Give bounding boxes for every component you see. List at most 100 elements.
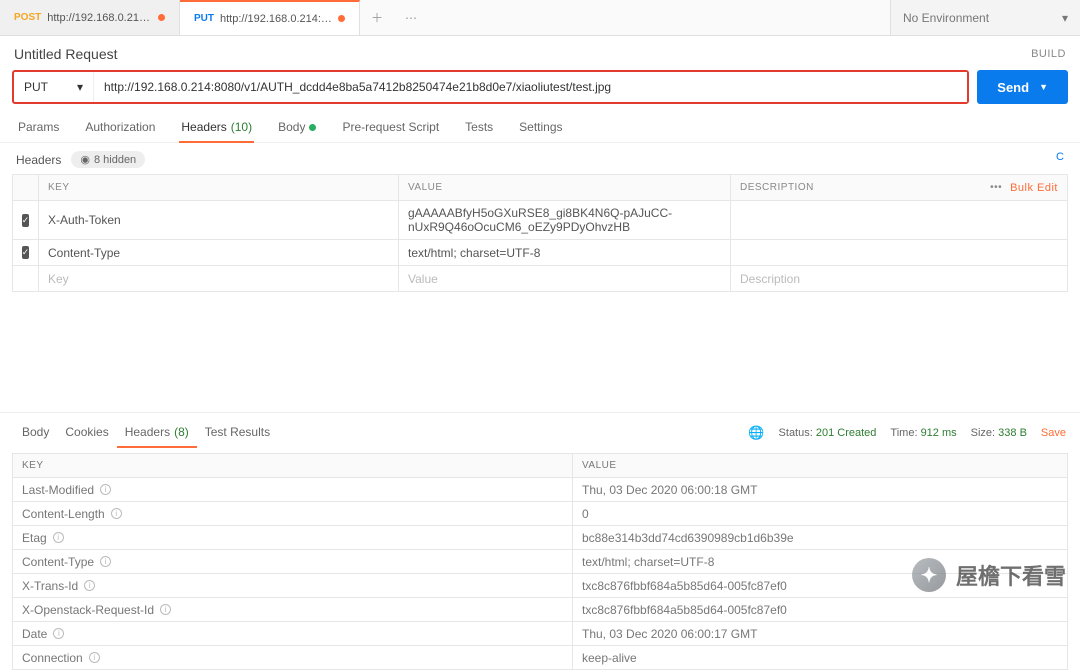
tab-prereq[interactable]: Pre-request Script (340, 114, 441, 142)
size-block: Size: 338 B (971, 427, 1027, 439)
col-value: VALUE (573, 454, 1067, 477)
time-block: Time: 912 ms (890, 427, 956, 439)
resp-tab-headers-count: (8) (174, 425, 189, 439)
response-headers-table: KEY VALUE Last-Modified iThu, 03 Dec 202… (12, 453, 1068, 670)
table-row[interactable]: ✓ X-Auth-Token gAAAAABfyH5oGXuRSE8_gi8BK… (13, 201, 1067, 240)
tab-tests[interactable]: Tests (463, 114, 495, 142)
resp-header-value: Thu, 03 Dec 2020 06:00:17 GMT (573, 622, 1067, 645)
table-row: Last-Modified iThu, 03 Dec 2020 06:00:18… (13, 478, 1067, 502)
info-icon[interactable]: i (53, 628, 64, 639)
chevron-down-icon: ▼ (1039, 82, 1048, 92)
resp-header-key: Date i (13, 622, 573, 645)
resp-tab-body[interactable]: Body (14, 419, 57, 447)
info-icon[interactable]: i (53, 532, 64, 543)
request-tabs: Params Authorization Headers (10) Body P… (0, 114, 1080, 143)
request-row: PUT ▾ Send ▼ (12, 70, 1068, 104)
resp-header-key: X-Trans-Id i (13, 574, 573, 597)
table-row-empty[interactable]: Key Value Description (13, 266, 1067, 292)
resp-header-key: Etag i (13, 526, 573, 549)
tab-overflow-button[interactable]: ⋯ (394, 0, 428, 35)
info-icon[interactable]: i (89, 652, 100, 663)
table-row: X-Openstack-Request-Id itxc8c876fbbf684a… (13, 598, 1067, 622)
resp-header-key: Last-Modified i (13, 478, 573, 501)
table-header-row: KEY VALUE DESCRIPTION ••• Bulk Edit (13, 175, 1067, 201)
tab-post[interactable]: POST http://192.168.0.214:5000/v3/... (0, 0, 180, 35)
resp-header-value: bc88e314b3dd74cd6390989cb1d6b39e (573, 526, 1067, 549)
request-headers-table: KEY VALUE DESCRIPTION ••• Bulk Edit ✓ X-… (12, 174, 1068, 292)
method-badge: POST (14, 12, 41, 23)
request-title: Untitled Request (14, 46, 118, 62)
resp-header-key: Content-Type i (13, 550, 573, 573)
tab-headers-count: (10) (231, 120, 252, 134)
hidden-headers-toggle[interactable]: ◉ 8 hidden (71, 151, 145, 168)
tab-authorization[interactable]: Authorization (83, 114, 157, 142)
resp-header-value: txc8c876fbbf684a5b85d64-005fc87ef0 (573, 598, 1067, 621)
col-key: KEY (39, 175, 399, 200)
header-value[interactable]: text/html; charset=UTF-8 (399, 240, 731, 265)
col-desc: DESCRIPTION (731, 175, 981, 200)
tab-body[interactable]: Body (276, 114, 318, 142)
resp-header-key: X-Openstack-Request-Id i (13, 598, 573, 621)
tabs-container: POST http://192.168.0.214:5000/v3/... PU… (0, 0, 890, 35)
header-key-placeholder[interactable]: Key (39, 266, 399, 291)
resp-header-key: Content-Length i (13, 502, 573, 525)
unsaved-dot-icon (158, 14, 165, 21)
header-key[interactable]: X-Auth-Token (39, 201, 399, 239)
col-value: VALUE (399, 175, 731, 200)
save-response-link[interactable]: Save (1041, 427, 1066, 439)
cookies-link[interactable]: C (1056, 143, 1080, 163)
info-icon[interactable]: i (100, 556, 111, 567)
send-label: Send (997, 80, 1029, 95)
table-row: Content-Type itext/html; charset=UTF-8 (13, 550, 1067, 574)
resp-header-key: Connection i (13, 646, 573, 669)
header-desc[interactable] (731, 240, 981, 265)
header-value-placeholder[interactable]: Value (399, 266, 731, 291)
eye-icon: ◉ (80, 153, 90, 166)
header-value[interactable]: gAAAAABfyH5oGXuRSE8_gi8BK4N6Q-pAJuCC-nUx… (399, 201, 731, 239)
checkbox-icon[interactable]: ✓ (22, 214, 30, 227)
info-icon[interactable]: i (160, 604, 171, 615)
new-tab-button[interactable]: ＋ (360, 0, 394, 35)
table-row: X-Trans-Id itxc8c876fbbf684a5b85d64-005f… (13, 574, 1067, 598)
tab-title: http://192.168.0.214:5000/v3/... (47, 12, 152, 24)
headers-label: Headers (16, 153, 61, 167)
checkbox-icon[interactable]: ✓ (22, 246, 30, 259)
more-icon[interactable]: ••• (990, 182, 1002, 193)
watermark: ✦ 屋檐下看雪 (912, 558, 1066, 592)
info-icon[interactable]: i (100, 484, 111, 495)
info-icon[interactable]: i (84, 580, 95, 591)
tab-params[interactable]: Params (16, 114, 61, 142)
environment-dropdown[interactable]: No Environment ▾ (890, 0, 1080, 35)
header-desc-placeholder[interactable]: Description (731, 266, 981, 291)
response-tabs: Body Cookies Headers (8) Test Results 🌐 … (0, 412, 1080, 447)
resp-header-value: 0 (573, 502, 1067, 525)
resp-tab-tests[interactable]: Test Results (197, 419, 278, 447)
body-active-dot-icon (309, 124, 316, 131)
response-status-bar: 🌐 Status: 201 Created Time: 912 ms Size:… (748, 425, 1066, 441)
method-dropdown[interactable]: PUT ▾ (14, 72, 94, 102)
build-link[interactable]: BUILD (1031, 48, 1066, 60)
tab-put[interactable]: PUT http://192.168.0.214:8080/v1/A... (180, 0, 360, 35)
table-row: Connection ikeep-alive (13, 646, 1067, 670)
request-title-row: Untitled Request BUILD (0, 36, 1080, 70)
table-row[interactable]: ✓ Content-Type text/html; charset=UTF-8 (13, 240, 1067, 266)
resp-tab-headers-label: Headers (125, 425, 170, 439)
headers-subbar: Headers ◉ 8 hidden (0, 143, 1056, 174)
header-key[interactable]: Content-Type (39, 240, 399, 265)
header-desc[interactable] (731, 201, 981, 239)
info-icon[interactable]: i (111, 508, 122, 519)
url-input[interactable] (94, 72, 967, 102)
bulk-edit-link[interactable]: Bulk Edit (1010, 182, 1058, 194)
resp-tab-headers[interactable]: Headers (8) (117, 419, 197, 447)
tab-headers-label: Headers (181, 120, 226, 134)
resp-header-value: Thu, 03 Dec 2020 06:00:18 GMT (573, 478, 1067, 501)
chevron-down-icon: ▾ (77, 80, 83, 94)
tab-settings[interactable]: Settings (517, 114, 564, 142)
tab-headers[interactable]: Headers (10) (179, 114, 254, 142)
table-row: Date iThu, 03 Dec 2020 06:00:17 GMT (13, 622, 1067, 646)
send-button[interactable]: Send ▼ (977, 70, 1068, 104)
globe-icon[interactable]: 🌐 (748, 425, 764, 441)
resp-header-value: keep-alive (573, 646, 1067, 669)
resp-tab-cookies[interactable]: Cookies (57, 419, 116, 447)
wechat-avatar-icon: ✦ (912, 558, 946, 592)
